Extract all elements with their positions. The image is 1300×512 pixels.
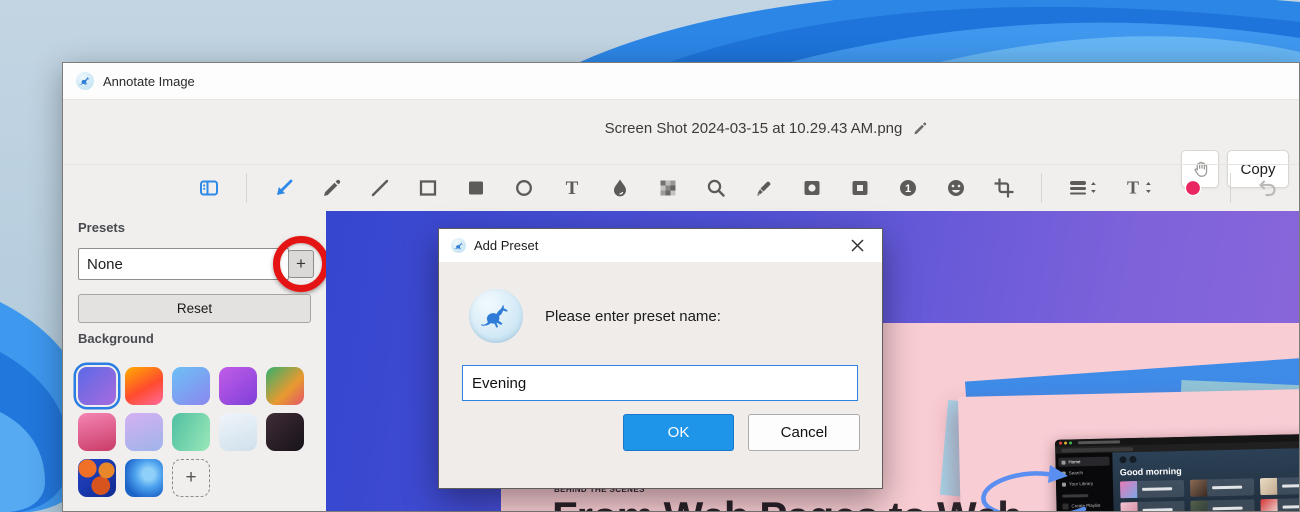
stroke-width-control[interactable] — [1068, 175, 1098, 201]
ellipse-tool-icon[interactable] — [513, 175, 535, 201]
background-swatch-lava-art[interactable] — [78, 459, 116, 497]
background-swatch-win11-bloom[interactable] — [125, 459, 163, 497]
filled-rectangle-tool-icon[interactable] — [465, 175, 487, 201]
presets-sidebar: Presets None ▾ + Reset Background + — [63, 211, 329, 511]
dialog-titlebar[interactable]: Add Preset — [439, 229, 882, 262]
kangaroo-app-icon — [76, 72, 94, 90]
background-swatch-teal-mint[interactable] — [172, 413, 210, 451]
select-arrow-icon[interactable] — [273, 175, 295, 201]
preset-name-input[interactable] — [462, 365, 858, 401]
background-swatch-lavender[interactable] — [125, 413, 163, 451]
header-band: Screen Shot 2024-03-15 at 10.29.43 AM.pn… — [63, 100, 1299, 188]
background-swatch-sky-periwinkle[interactable] — [172, 367, 210, 405]
add-preset-button[interactable]: + — [288, 250, 314, 278]
filename-label: Screen Shot 2024-03-15 at 10.29.43 AM.pn… — [604, 120, 903, 137]
blur-drop-tool-icon[interactable] — [609, 175, 631, 201]
background-swatch-blue-violet[interactable] — [78, 367, 116, 405]
undo-button[interactable] — [1257, 175, 1279, 201]
background-swatch-orange-red[interactable] — [125, 367, 163, 405]
cancel-button[interactable]: Cancel — [748, 414, 860, 451]
crop-tool-icon[interactable] — [993, 175, 1015, 201]
toolbar-divider — [246, 173, 247, 203]
svg-text:T: T — [1127, 178, 1139, 198]
emoji-tool-icon[interactable] — [945, 175, 967, 201]
mini-tile-6 — [1260, 497, 1299, 511]
rename-icon[interactable] — [912, 121, 927, 136]
dialog-title: Add Preset — [474, 238, 539, 253]
text-tool-icon[interactable]: T — [561, 175, 583, 201]
line-tool-icon[interactable] — [369, 175, 391, 201]
toolbar-divider — [1230, 173, 1231, 203]
background-label: Background — [78, 331, 154, 346]
mini-forward-button — [1129, 455, 1137, 463]
preset-select-value: None — [87, 255, 123, 273]
inset-box-tool-icon[interactable] — [849, 175, 871, 201]
poster-heading-clipped: From Web Pages to Web — [552, 493, 1023, 511]
background-swatch-frost[interactable] — [219, 413, 257, 451]
kangaroo-dialog-icon — [469, 289, 523, 343]
preset-select[interactable]: None ▾ — [78, 248, 289, 280]
magnify-tool-icon[interactable] — [705, 175, 727, 201]
color-swatch-control[interactable] — [1182, 175, 1204, 201]
highlighter-tool-icon[interactable] — [753, 175, 775, 201]
mini-tile-4 — [1120, 500, 1185, 511]
filename-row: Screen Shot 2024-03-15 at 10.29.43 AM.pn… — [605, 120, 928, 137]
rectangle-tool-icon[interactable] — [417, 175, 439, 201]
background-swatch-charcoal[interactable] — [266, 413, 304, 451]
mini-tile-5 — [1190, 499, 1255, 511]
window-titlebar[interactable]: Annotate Image — [63, 63, 1299, 100]
add-preset-dialog: Add Preset Please enter preset name: OK … — [438, 228, 883, 489]
mini-tile-3 — [1259, 476, 1299, 496]
mini-tile-1 — [1119, 479, 1185, 499]
background-swatch-green-orange[interactable] — [266, 367, 304, 405]
wallpaper-bloom-top — [580, 0, 1300, 62]
plus-icon: + — [185, 467, 197, 488]
pixelate-tool-icon[interactable] — [657, 175, 679, 201]
counter-tool-icon[interactable]: 1 — [897, 175, 919, 201]
spotlight-tool-icon[interactable] — [801, 175, 823, 201]
counter-value: 1 — [905, 183, 911, 195]
window-title: Annotate Image — [103, 73, 195, 89]
background-swatch-grid: + — [78, 367, 304, 497]
chevron-down-icon: ▾ — [274, 258, 280, 270]
kangaroo-app-icon — [451, 238, 466, 253]
pencil-tool-icon[interactable] — [321, 175, 343, 201]
text-size-control[interactable]: T — [1124, 175, 1156, 201]
dialog-prompt: Please enter preset name: — [545, 308, 721, 325]
presets-label: Presets — [78, 220, 125, 235]
ok-button[interactable]: OK — [623, 414, 734, 451]
toolbar: T 1 T — [63, 164, 1299, 211]
panel-toggle-icon[interactable] — [198, 175, 220, 201]
mini-tile-2 — [1189, 478, 1255, 497]
toolbar-divider — [1041, 173, 1042, 203]
background-swatch-violet-magenta[interactable] — [219, 367, 257, 405]
background-swatch-pink-crimson[interactable] — [78, 413, 116, 451]
close-icon[interactable] — [846, 235, 868, 257]
reset-button[interactable]: Reset — [78, 294, 311, 323]
mini-back-button — [1119, 455, 1127, 463]
background-add-button[interactable]: + — [172, 459, 210, 497]
